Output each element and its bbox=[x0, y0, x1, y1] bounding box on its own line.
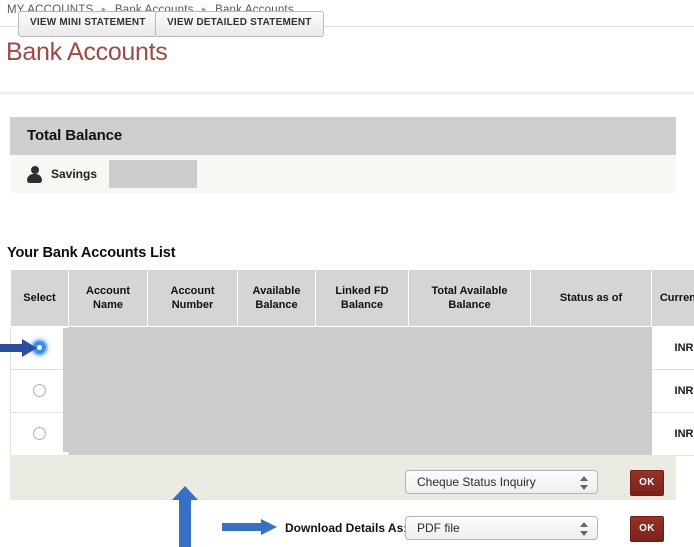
row-select-cell[interactable] bbox=[10, 412, 69, 456]
inquiry-select-value: Cheque Status Inquiry bbox=[417, 475, 536, 489]
person-icon bbox=[27, 165, 42, 183]
accounts-list-heading: Your Bank Accounts List bbox=[7, 245, 176, 261]
inquiry-select[interactable]: Cheque Status Inquiry bbox=[405, 470, 598, 494]
redacted-account-data-overlay bbox=[63, 328, 615, 452]
view-mini-statement-button[interactable]: VIEW MINI STATEMENT bbox=[18, 11, 158, 37]
column-header-total-available-balance: Total Available Balance bbox=[408, 270, 531, 327]
inquiry-ok-button[interactable]: OK bbox=[630, 470, 664, 496]
chevron-updown-icon bbox=[580, 520, 589, 538]
view-detailed-statement-button[interactable]: VIEW DETAILED STATEMENT bbox=[155, 11, 324, 37]
download-format-value: PDF file bbox=[417, 521, 460, 535]
table-header-row: Select Account Name Account Number Avail… bbox=[10, 270, 694, 327]
annotation-arrow-to-radio-icon bbox=[0, 339, 40, 357]
page-title: Bank Accounts bbox=[6, 38, 168, 66]
row-select-cell[interactable] bbox=[10, 369, 69, 413]
annotation-arrow-to-detailed-statement-icon bbox=[172, 486, 198, 547]
account-radio[interactable] bbox=[33, 427, 46, 441]
chevron-updown-icon bbox=[580, 474, 589, 492]
column-header-available-balance: Available Balance bbox=[237, 270, 316, 327]
annotation-arrow-to-download-icon bbox=[222, 519, 280, 535]
cell-currency: INR bbox=[651, 369, 694, 413]
savings-amount-redacted bbox=[109, 160, 198, 188]
total-balance-panel: Total Balance Savings bbox=[10, 117, 676, 193]
column-header-account-number: Account Number bbox=[147, 270, 238, 327]
column-header-linked-fd-balance: Linked FD Balance bbox=[315, 270, 409, 327]
total-balance-header: Total Balance bbox=[10, 117, 676, 155]
column-header-account-name: Account Name bbox=[68, 270, 148, 327]
download-format-select[interactable]: PDF file bbox=[405, 516, 598, 540]
account-radio[interactable] bbox=[33, 384, 46, 398]
download-ok-button[interactable]: OK bbox=[630, 516, 664, 542]
column-header-status-as-of: Status as of bbox=[530, 270, 652, 327]
total-balance-body: Savings bbox=[10, 155, 676, 193]
cell-currency: INR bbox=[651, 412, 694, 456]
download-details-label: Download Details As: bbox=[285, 521, 408, 535]
title-divider-shadow bbox=[0, 93, 694, 95]
column-header-select: Select bbox=[10, 270, 69, 327]
column-header-currency: Currency bbox=[651, 270, 694, 327]
savings-label: Savings bbox=[51, 167, 98, 181]
cell-currency: INR bbox=[651, 326, 694, 370]
